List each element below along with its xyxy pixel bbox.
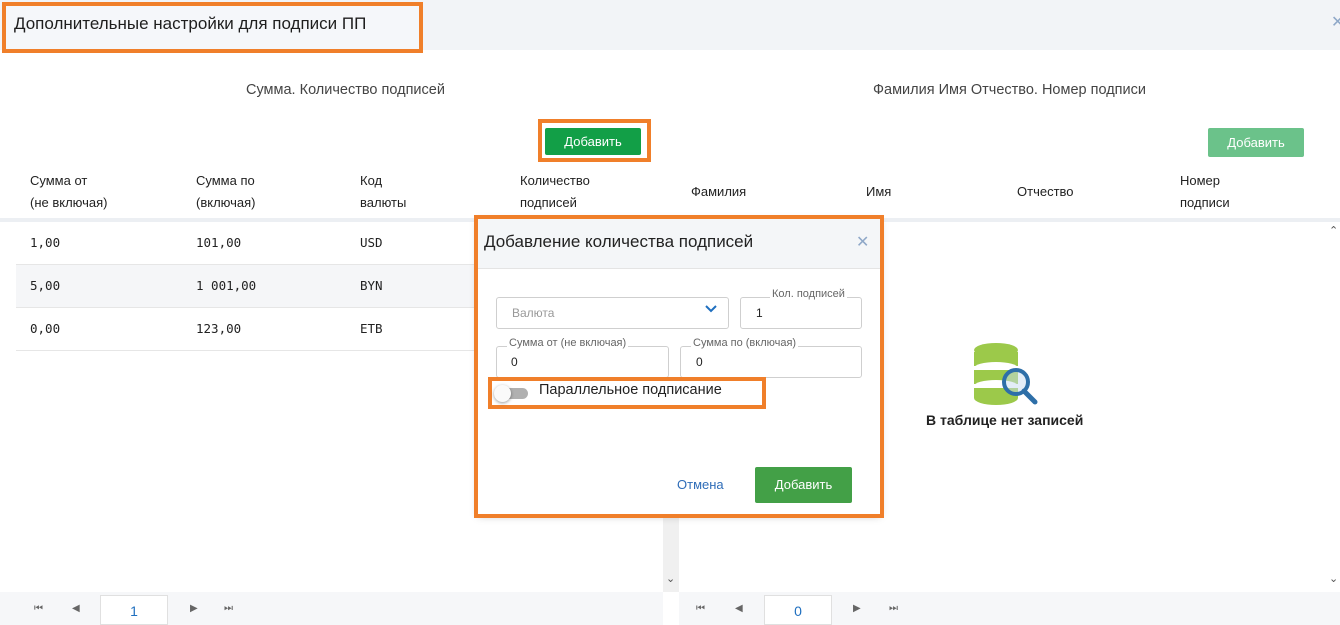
scroll-down-icon[interactable]: ⌄ (666, 572, 675, 585)
col-sum-to[interactable]: Сумма по (включая) (196, 170, 256, 214)
next-page-icon[interactable]: ▶ (190, 603, 198, 614)
col-sign-count[interactable]: Количество подписей (520, 170, 590, 214)
left-add-button[interactable]: Добавить (545, 128, 641, 155)
cell-sum-to: 101,00 (196, 235, 242, 250)
cell-sum-from: 1,00 (30, 235, 61, 250)
col-name[interactable]: Имя (866, 181, 891, 203)
table-row[interactable]: 0,00 123,00 ETB (16, 308, 476, 351)
next-page-icon[interactable]: ▶ (853, 603, 861, 614)
last-page-icon[interactable]: ⏭ (224, 603, 233, 614)
database-search-icon (974, 343, 1038, 405)
page-number-input[interactable]: 1 (100, 595, 168, 625)
modal-highlight (474, 215, 884, 518)
table-row[interactable]: 1,00 101,00 USD (16, 222, 476, 265)
prev-page-icon[interactable]: ◀ (735, 603, 743, 614)
close-icon[interactable]: ✕ (1331, 12, 1340, 32)
prev-page-icon[interactable]: ◀ (72, 603, 80, 614)
cell-sum-from: 0,00 (30, 321, 61, 336)
cell-sum-from: 5,00 (30, 278, 61, 293)
col-surname[interactable]: Фамилия (691, 181, 746, 203)
cell-currency: BYN (360, 278, 383, 293)
empty-state-text: В таблице нет записей (926, 412, 1084, 428)
table-row[interactable]: 5,00 1 001,00 BYN (16, 265, 476, 308)
page-number-input[interactable]: 0 (764, 595, 832, 625)
col-patronymic[interactable]: Отчество (1017, 181, 1074, 203)
left-panel-title: Сумма. Количество подписей (246, 82, 445, 98)
col-currency[interactable]: Код валюты (360, 170, 406, 214)
scroll-up-icon[interactable]: ⌃ (1329, 224, 1338, 237)
first-page-icon[interactable]: ⏮ (696, 603, 705, 614)
cell-sum-to: 123,00 (196, 321, 242, 336)
page-title: Дополнительные настройки для подписи ПП (14, 14, 367, 33)
cell-sum-to: 1 001,00 (196, 278, 257, 293)
cell-currency: USD (360, 235, 383, 250)
col-sum-from[interactable]: Сумма от (не включая) (30, 170, 108, 214)
cell-currency: ETB (360, 321, 383, 336)
right-add-button[interactable]: Добавить (1208, 128, 1304, 157)
last-page-icon[interactable]: ⏭ (889, 603, 898, 614)
first-page-icon[interactable]: ⏮ (34, 603, 43, 614)
col-sign-number[interactable]: Номер подписи (1180, 170, 1230, 214)
right-panel-title: Фамилия Имя Отчество. Номер подписи (873, 82, 1146, 98)
scroll-down-icon[interactable]: ⌄ (1329, 572, 1338, 585)
